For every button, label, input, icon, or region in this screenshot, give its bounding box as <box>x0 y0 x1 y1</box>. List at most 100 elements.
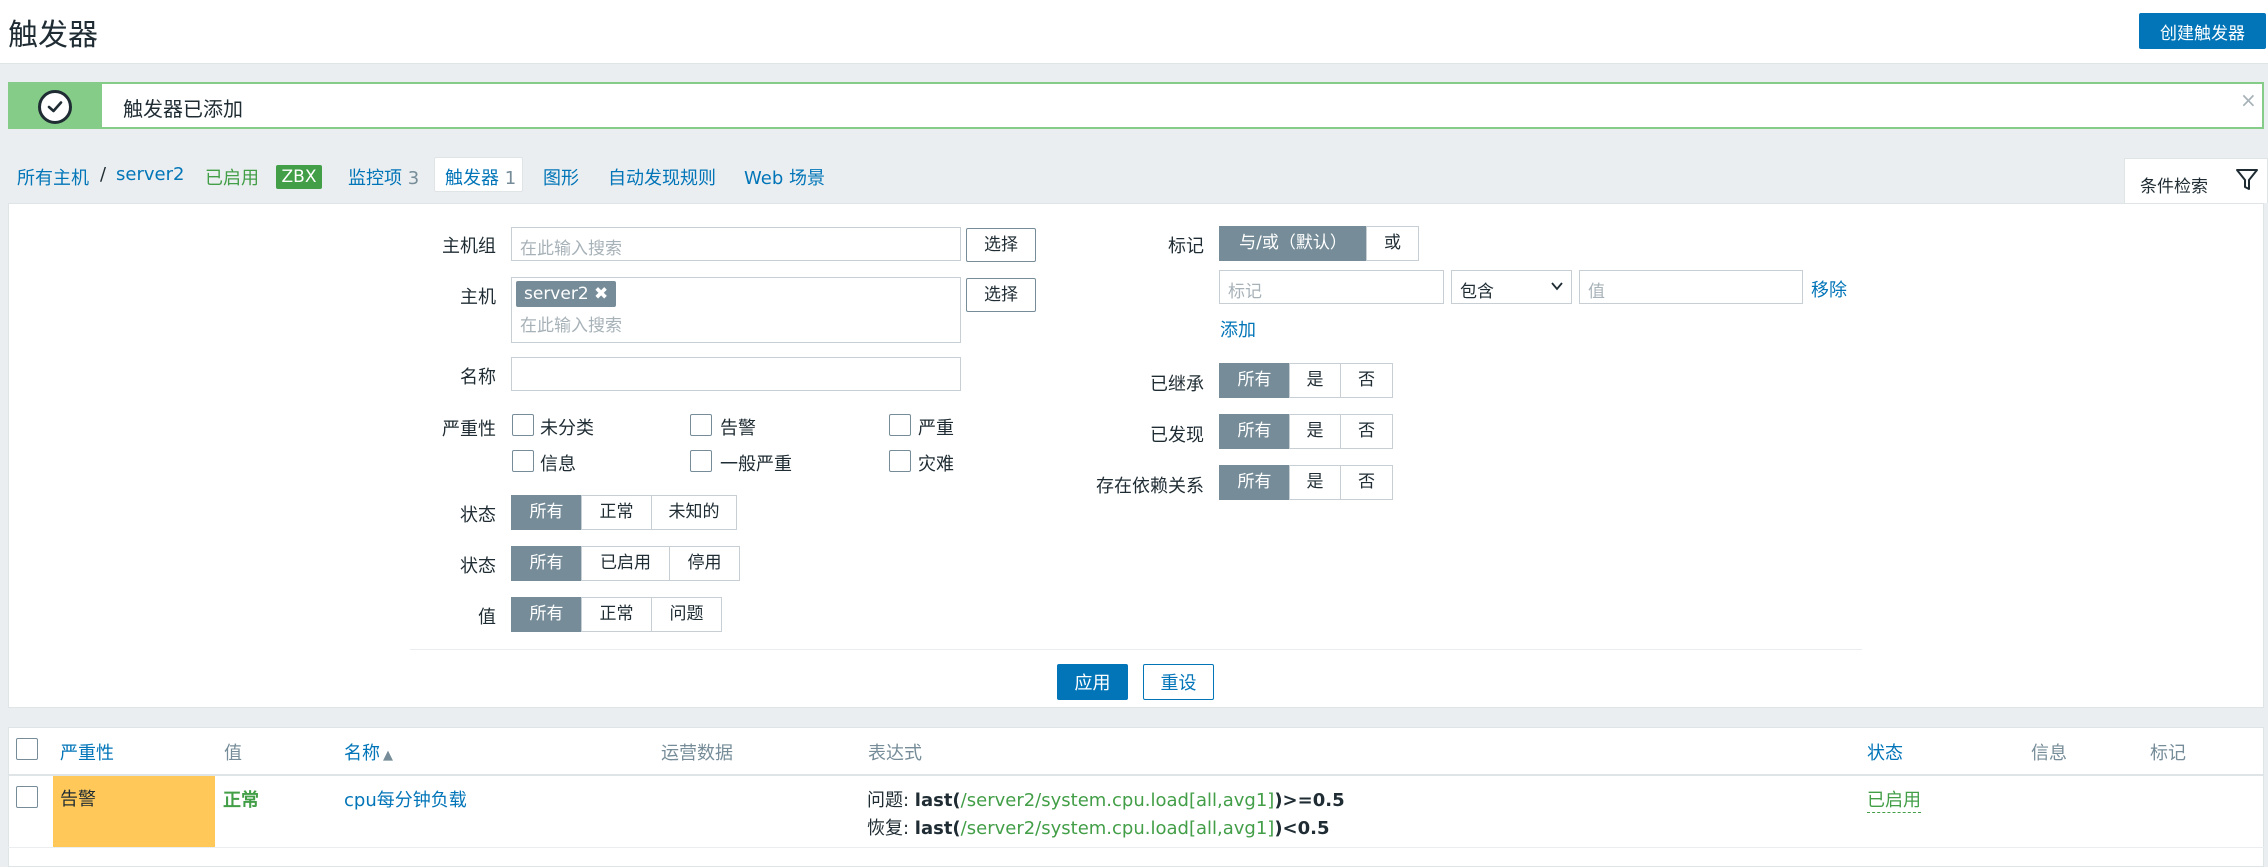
reset-button[interactable]: 重设 <box>1143 664 1214 700</box>
host-groups-select-button[interactable]: 选择 <box>966 228 1036 262</box>
recovery-function: last( <box>914 818 961 839</box>
status-option-disabled[interactable]: 停用 <box>669 546 740 581</box>
column-header-name[interactable]: 名称 ▲ <box>344 739 393 765</box>
severity-checkbox-disaster[interactable] <box>889 450 911 472</box>
filter-panel <box>8 203 2264 708</box>
problem-function: last( <box>914 790 961 811</box>
inherited-option-all[interactable]: 所有 <box>1219 363 1290 398</box>
column-header-severity[interactable]: 严重性 <box>60 739 114 765</box>
trigger-status-link[interactable]: 已启用 <box>1867 786 1921 813</box>
close-icon[interactable]: × <box>2240 88 2257 112</box>
state-option-all[interactable]: 所有 <box>511 495 582 530</box>
value-option-problem[interactable]: 问题 <box>651 597 722 632</box>
status-option-enabled[interactable]: 已启用 <box>581 546 670 581</box>
discovered-option-yes[interactable]: 是 <box>1289 414 1341 449</box>
trigger-name-link[interactable]: cpu每分钟负载 <box>344 786 467 812</box>
host-groups-input[interactable]: 在此输入搜索 <box>511 227 961 261</box>
expression-recovery: 恢复: last(/server2/system.cpu.load[all,av… <box>867 814 1330 840</box>
nav-enabled-status[interactable]: 已启用 <box>205 164 259 190</box>
filter-separator <box>410 649 1862 650</box>
severity-cell: 告警 <box>53 776 215 847</box>
row-divider <box>8 847 2264 848</box>
remove-chip-icon[interactable]: ✖ <box>594 284 608 304</box>
host-chip-label: server2 <box>524 284 589 304</box>
severity-label-warning: 告警 <box>720 418 756 439</box>
tag-name-input[interactable]: 标记 <box>1219 270 1444 304</box>
column-header-status[interactable]: 状态 <box>1867 739 1903 765</box>
tag-add-link[interactable]: 添加 <box>1220 316 1256 342</box>
severity-label: 严重性 <box>442 419 496 440</box>
recovery-prefix: 恢复: <box>867 818 915 839</box>
dependencies-option-all[interactable]: 所有 <box>1219 465 1290 500</box>
nav-triggers-count: 1 <box>504 168 517 189</box>
tag-operator-value: 包含 <box>1460 282 1494 302</box>
create-trigger-button[interactable]: 创建触发器 <box>2139 13 2266 49</box>
nav-triggers[interactable]: 触发器 1 <box>445 164 516 190</box>
hosts-select-button[interactable]: 选择 <box>966 278 1036 312</box>
host-chip: server2 ✖ <box>516 281 617 307</box>
nav-host[interactable]: server2 <box>116 164 184 185</box>
select-all-checkbox[interactable] <box>16 738 38 760</box>
status-option-all[interactable]: 所有 <box>511 546 582 581</box>
column-header-tags: 标记 <box>2150 743 2186 764</box>
severity-checkbox-warning[interactable] <box>690 414 712 436</box>
nav-all-hosts[interactable]: 所有主机 <box>17 164 89 190</box>
inherited-option-yes[interactable]: 是 <box>1289 363 1341 398</box>
state-option-normal[interactable]: 正常 <box>581 495 652 530</box>
success-message: 触发器已添加 × <box>8 82 2264 129</box>
page-header <box>0 0 2268 64</box>
problem-suffix: )>=0.5 <box>1274 790 1345 811</box>
dependencies-option-no[interactable]: 否 <box>1340 465 1393 500</box>
chevron-down-icon <box>1550 278 1564 298</box>
hosts-multiselect[interactable]: server2 ✖ 在此输入搜索 <box>511 277 961 343</box>
inherited-label: 已继承 <box>1150 374 1204 395</box>
severity-label-high: 严重 <box>918 418 954 439</box>
success-icon-area <box>10 84 102 127</box>
trigger-value: 正常 <box>223 790 259 811</box>
tags-mode-and-or[interactable]: 与/或（默认） <box>1219 226 1367 261</box>
inherited-option-no[interactable]: 否 <box>1340 363 1393 398</box>
value-option-normal[interactable]: 正常 <box>581 597 652 632</box>
severity-label-information: 信息 <box>540 454 576 475</box>
filter-tab[interactable]: 条件检索 <box>2124 158 2268 203</box>
name-input[interactable] <box>511 357 961 391</box>
state-label: 状态 <box>460 505 496 526</box>
sort-ascending-icon: ▲ <box>383 748 393 763</box>
column-header-value: 值 <box>224 743 242 764</box>
problem-prefix: 问题: <box>867 790 915 811</box>
apply-button[interactable]: 应用 <box>1057 664 1128 700</box>
recovery-item-link[interactable]: /server2/system.cpu.load[all,avg1] <box>961 818 1275 839</box>
severity-checkbox-not-classified[interactable] <box>512 414 534 436</box>
expression-problem: 问题: last(/server2/system.cpu.load[all,av… <box>867 786 1345 812</box>
discovered-option-no[interactable]: 否 <box>1340 414 1393 449</box>
message-text: 触发器已添加 <box>123 97 243 121</box>
nav-graphs[interactable]: 图形 <box>543 164 579 190</box>
hosts-placeholder: 在此输入搜索 <box>520 316 622 336</box>
recovery-suffix: )<0.5 <box>1274 818 1330 839</box>
breadcrumb-separator: / <box>100 164 107 185</box>
state-option-unknown[interactable]: 未知的 <box>651 495 737 530</box>
hosts-label: 主机 <box>460 287 496 308</box>
severity-checkbox-information[interactable] <box>512 450 534 472</box>
column-header-info: 信息 <box>2031 743 2067 764</box>
zbx-availability-badge: ZBX <box>276 165 322 189</box>
value-option-all[interactable]: 所有 <box>511 597 582 632</box>
nav-web-scenarios[interactable]: Web 场景 <box>744 164 825 190</box>
discovered-label: 已发现 <box>1150 425 1204 446</box>
column-header-expression: 表达式 <box>868 743 922 764</box>
tags-mode-or[interactable]: 或 <box>1366 226 1419 261</box>
severity-checkbox-high[interactable] <box>889 414 911 436</box>
row-checkbox[interactable] <box>16 786 38 808</box>
nav-discovery-rules[interactable]: 自动发现规则 <box>608 164 716 190</box>
tag-value-input[interactable]: 值 <box>1579 270 1803 304</box>
problem-item-link[interactable]: /server2/system.cpu.load[all,avg1] <box>961 790 1275 811</box>
tag-operator-select[interactable]: 包含 <box>1451 270 1572 304</box>
tag-remove-link[interactable]: 移除 <box>1811 276 1847 302</box>
severity-label-not-classified: 未分类 <box>540 418 594 439</box>
nav-items[interactable]: 监控项 3 <box>348 164 419 190</box>
page-title: 触发器 <box>8 18 98 53</box>
discovered-option-all[interactable]: 所有 <box>1219 414 1290 449</box>
table-header-border <box>8 774 2264 776</box>
dependencies-option-yes[interactable]: 是 <box>1289 465 1341 500</box>
severity-checkbox-average[interactable] <box>690 450 712 472</box>
